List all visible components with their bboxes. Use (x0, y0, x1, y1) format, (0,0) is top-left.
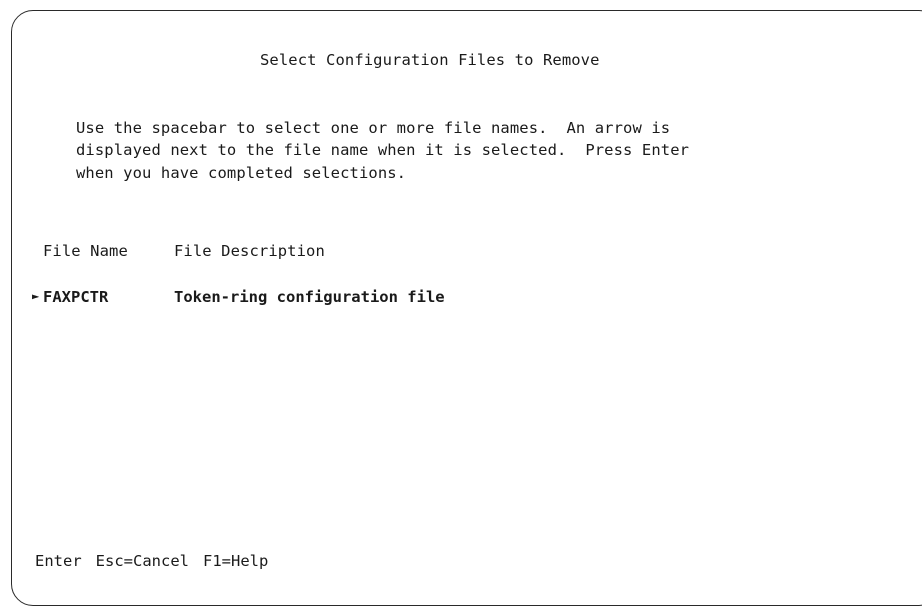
terminal-screen-frame (11, 10, 922, 606)
function-key-bar: Enter Esc=Cancel F1=Help (35, 551, 268, 571)
screen-title: Select Configuration Files to Remove (260, 51, 600, 69)
file-description-cell: Token-ring configuration file (174, 288, 445, 306)
esc-cancel-key[interactable]: Esc=Cancel (96, 551, 189, 571)
column-header-file-description: File Description (174, 242, 325, 260)
selected-arrow-icon: ► (32, 289, 40, 303)
f1-help-key[interactable]: F1=Help (203, 551, 268, 571)
instruction-line-2: displayed next to the file name when it … (76, 141, 690, 159)
enter-key[interactable]: Enter (35, 551, 82, 571)
instruction-line-3: when you have completed selections. (76, 164, 407, 182)
instruction-line-1: Use the spacebar to select one or more f… (76, 119, 671, 137)
file-name-cell: FAXPCTR (43, 288, 109, 306)
file-list-row[interactable]: ► FAXPCTR Token-ring configuration file (32, 287, 445, 307)
column-header-file-name: File Name (43, 242, 128, 260)
